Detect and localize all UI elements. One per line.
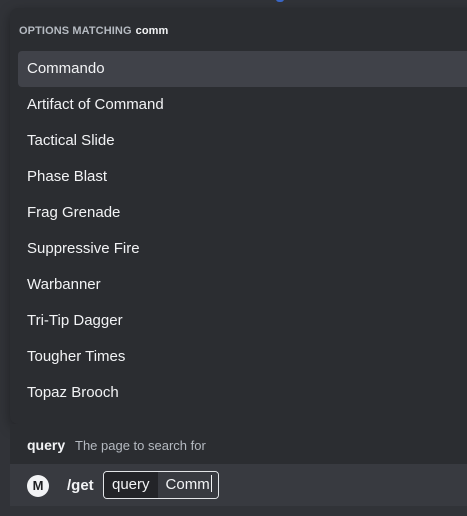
parameter-hint-description: The page to search for xyxy=(75,438,206,453)
autocomplete-option-warbanner[interactable]: Warbanner xyxy=(18,267,467,303)
autocomplete-option-phase-blast[interactable]: Phase Blast xyxy=(18,159,467,195)
autocomplete-option-frag-grenade[interactable]: Frag Grenade xyxy=(18,195,467,231)
query-parameter-label: query xyxy=(104,472,158,498)
autocomplete-option-tactical-slide[interactable]: Tactical Slide xyxy=(18,123,467,159)
chat-background-bottom xyxy=(0,506,467,516)
parameter-hint-name: query xyxy=(27,437,66,453)
text-caret xyxy=(210,475,212,492)
autocomplete-header-query: comm xyxy=(135,25,169,37)
query-parameter-input[interactable]: Comm xyxy=(157,472,218,498)
autocomplete-options-list: Commando Artifact of Command Tactical Sl… xyxy=(18,51,467,411)
command-input-bar[interactable]: M /get query Comm xyxy=(10,464,467,506)
chat-background-top xyxy=(0,0,467,8)
link-fragment xyxy=(276,0,284,2)
parameter-hint-bar: query The page to search for xyxy=(10,424,467,464)
autocomplete-popup: OPTIONS MATCHING comm Commando Artifact o… xyxy=(10,8,467,424)
autocomplete-option-commando[interactable]: Commando xyxy=(18,51,467,87)
autocomplete-header-label: OPTIONS MATCHING xyxy=(19,25,132,37)
query-parameter-chip[interactable]: query Comm xyxy=(103,471,219,499)
autocomplete-option-tri-tip-dagger[interactable]: Tri-Tip Dagger xyxy=(18,303,467,339)
autocomplete-option-artifact-of-command[interactable]: Artifact of Command xyxy=(18,87,467,123)
autocomplete-header: OPTIONS MATCHING comm xyxy=(19,25,168,37)
autocomplete-option-suppressive-fire[interactable]: Suppressive Fire xyxy=(18,231,467,267)
bot-app-icon: M xyxy=(27,475,49,497)
autocomplete-option-topaz-brooch[interactable]: Topaz Brooch xyxy=(18,375,467,411)
autocomplete-option-tougher-times[interactable]: Tougher Times xyxy=(18,339,467,375)
bot-app-icon-glyph: M xyxy=(32,478,44,493)
slash-command-name: /get xyxy=(67,477,94,494)
query-parameter-value: Comm xyxy=(165,476,210,493)
